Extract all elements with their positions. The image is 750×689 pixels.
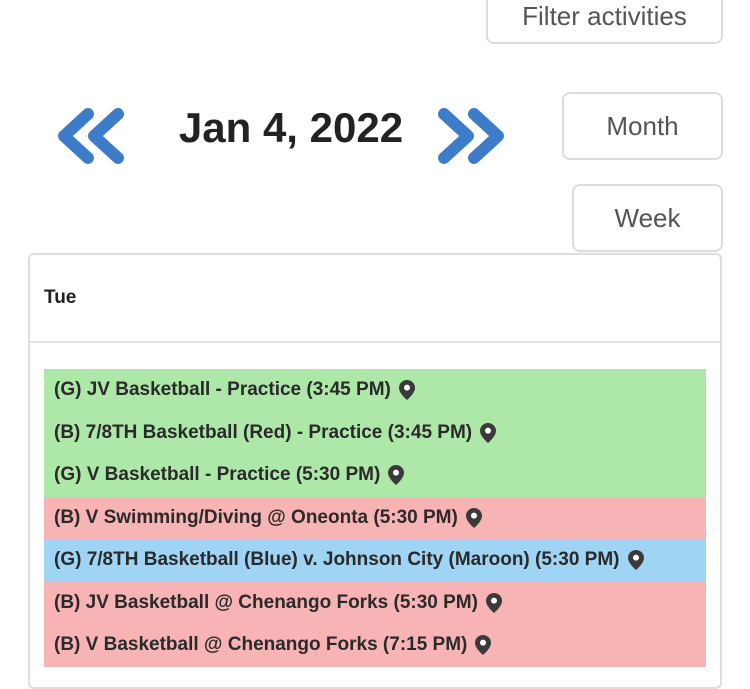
event-item[interactable]: (G) JV Basketball - Practice (3:45 PM) [44, 369, 706, 412]
previous-day-button[interactable] [52, 108, 130, 164]
event-label: (G) 7/8TH Basketball (Blue) v. Johnson C… [54, 549, 620, 571]
event-item[interactable]: (B) JV Basketball @ Chenango Forks (5:30… [44, 581, 706, 624]
week-view-button[interactable]: Week [572, 184, 723, 252]
event-label: (B) V Swimming/Diving @ Oneonta (5:30 PM… [54, 506, 458, 528]
map-pin-icon[interactable] [388, 465, 405, 486]
event-item[interactable]: (G) V Basketball - Practice (5:30 PM) [44, 454, 706, 497]
day-header: Tue [30, 255, 720, 343]
event-item[interactable]: (G) 7/8TH Basketball (Blue) v. Johnson C… [44, 539, 706, 582]
event-item[interactable]: (B) 7/8TH Basketball (Red) - Practice (3… [44, 411, 706, 454]
map-pin-icon[interactable] [627, 550, 644, 571]
month-view-button[interactable]: Month [562, 92, 723, 160]
calendar-day-view: Tue (G) JV Basketball - Practice (3:45 P… [28, 253, 722, 689]
double-chevron-right-icon [438, 108, 504, 164]
map-pin-icon[interactable] [475, 635, 492, 656]
filter-activities-button[interactable]: Filter activities [486, 0, 723, 44]
event-item[interactable]: (B) V Swimming/Diving @ Oneonta (5:30 PM… [44, 496, 706, 539]
event-item[interactable]: (B) V Basketball @ Chenango Forks (7:15 … [44, 624, 706, 667]
current-date-title: Jan 4, 2022 [178, 104, 404, 151]
event-label: (G) V Basketball - Practice (5:30 PM) [54, 464, 381, 486]
event-label: (B) 7/8TH Basketball (Red) - Practice (3… [54, 421, 473, 443]
event-label: (G) JV Basketball - Practice (3:45 PM) [54, 379, 391, 401]
event-list: (G) JV Basketball - Practice (3:45 PM) (B… [44, 369, 706, 667]
day-label: Tue [44, 287, 77, 308]
map-pin-icon[interactable] [398, 380, 415, 401]
next-day-button[interactable] [432, 108, 510, 164]
map-pin-icon[interactable] [485, 592, 502, 613]
map-pin-icon[interactable] [465, 507, 482, 528]
double-chevron-left-icon [58, 108, 124, 164]
event-label: (B) JV Basketball @ Chenango Forks (5:30… [54, 591, 478, 613]
map-pin-icon[interactable] [480, 422, 497, 443]
event-label: (B) V Basketball @ Chenango Forks (7:15 … [54, 634, 468, 656]
